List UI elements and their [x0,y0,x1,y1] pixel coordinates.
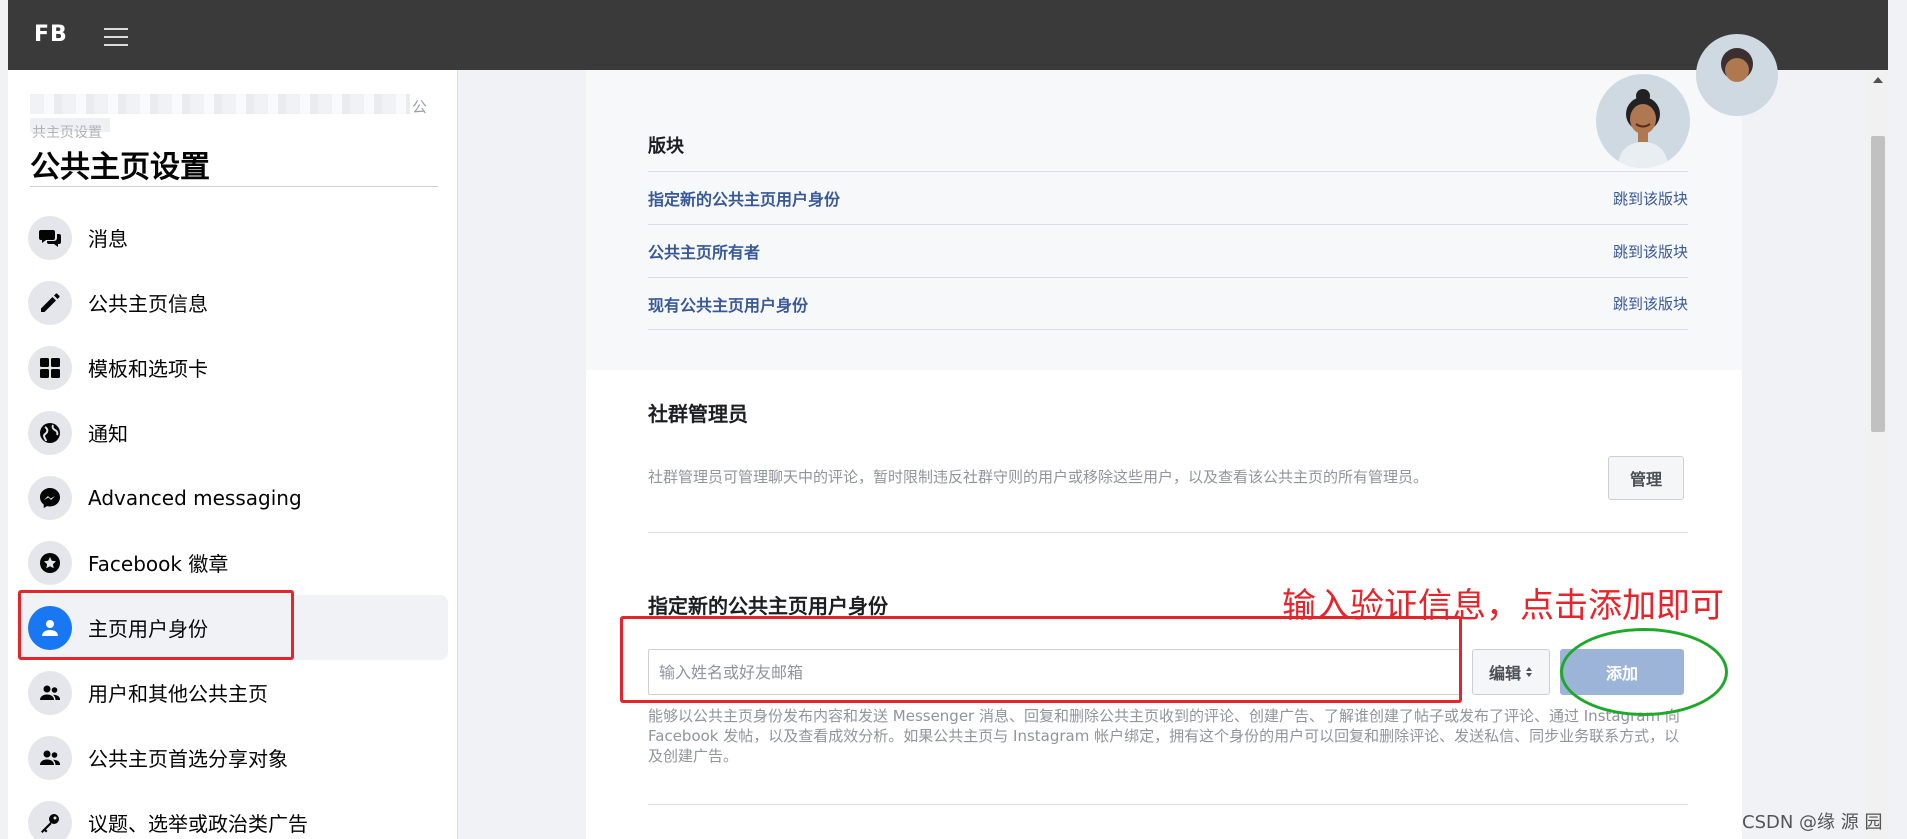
sidebar-item-templates[interactable]: 模板和选项卡 [8,335,458,400]
hamburger-menu-icon[interactable] [104,28,128,48]
sidebar: 公 共主页设置 公共主页设置 消息 公共主页信息 模板和选项卡 通知 Advan… [8,70,458,839]
moderator-title: 社群管理员 [648,402,748,426]
main-content: 版块 指定新的公共主页用户身份 跳到该版块 公共主页所有者 跳到该版块 现有公共… [586,34,1778,839]
list-item: 公共主页所有者 跳到该版块 [648,224,1688,277]
sidebar-item-label: 用户和其他公共主页 [88,682,268,706]
sections-panel: 版块 指定新的公共主页用户身份 跳到该版块 公共主页所有者 跳到该版块 现有公共… [586,34,1778,370]
sidebar-item-label: 模板和选项卡 [88,357,208,381]
sidebar-item-facebook-badge[interactable]: Facebook 徽章 [8,530,458,595]
scroll-up-arrow-icon[interactable] [1868,72,1888,88]
breadcrumb-sub[interactable]: 共主页设置 [32,122,102,142]
globe-icon [28,410,72,455]
sidebar-item-notifications[interactable]: 通知 [8,400,458,465]
edit-label: 编辑 [1488,664,1521,683]
people-icon [28,735,72,780]
block-link-owner[interactable]: 公共主页所有者 [648,239,760,263]
jump-link[interactable]: 跳到该版块 [1613,293,1688,314]
jump-link[interactable]: 跳到该版块 [1613,188,1688,209]
sidebar-item-label: Facebook 徽章 [88,552,229,576]
list-item: 指定新的公共主页用户身份 跳到该版块 [648,171,1688,224]
jump-link[interactable]: 跳到该版块 [1613,241,1688,262]
annotation-green-ellipse [1560,628,1728,716]
star-badge-icon [28,540,72,585]
avatar [1596,74,1690,168]
breadcrumb-tail[interactable]: 公 [412,96,427,117]
logo[interactable]: FB [34,22,68,47]
sidebar-item-label: 消息 [88,227,128,251]
manage-button[interactable]: 管理 [1608,456,1684,500]
annotation-note: 输入验证信息，点击添加即可 [1282,586,1724,626]
blurred-breadcrumb [30,94,410,114]
people-icon [28,670,72,715]
sidebar-item-messages[interactable]: 消息 [8,205,458,270]
blocks-title: 版块 [648,136,684,157]
annotation-red-box-input [620,616,1462,703]
top-bar: FB [8,0,1888,70]
messenger-icon [28,475,72,520]
sort-arrows-icon [1526,667,1532,677]
annotation-red-box-nav [18,590,294,660]
sidebar-item-preferred-audience[interactable]: 公共主页首选分享对象 [8,725,458,790]
key-icon [28,800,72,839]
grid-icon [28,345,72,390]
block-link-assign[interactable]: 指定新的公共主页用户身份 [648,186,840,210]
sidebar-item-label: 通知 [88,422,128,446]
avatar [1696,34,1778,116]
sidebar-item-label: 公共主页首选分享对象 [88,747,288,771]
divider [648,804,1688,805]
blocks-list: 指定新的公共主页用户身份 跳到该版块 公共主页所有者 跳到该版块 现有公共主页用… [648,171,1688,330]
scroll-thumb[interactable] [1871,136,1885,432]
sidebar-item-political-ads[interactable]: 议题、选举或政治类广告 [8,790,458,839]
watermark: CSDN @缘 源 园 [1742,812,1883,833]
scrollbar[interactable] [1868,70,1888,839]
sidebar-title: 公共主页设置 [30,150,210,185]
divider [648,532,1688,533]
sidebar-item-label: 公共主页信息 [88,292,208,316]
moderator-description: 社群管理员可管理聊天中的评论，暂时限制违反社群守则的用户或移除这些用户，以及查看… [648,468,1429,486]
pencil-icon [28,280,72,325]
sidebar-nav: 消息 公共主页信息 模板和选项卡 通知 Advanced messaging F… [8,205,458,839]
sidebar-item-people-and-pages[interactable]: 用户和其他公共主页 [8,660,458,725]
sidebar-divider [30,186,438,187]
list-item: 现有公共主页用户身份 跳到该版块 [648,277,1688,330]
sidebar-item-label: 议题、选举或政治类广告 [88,812,308,836]
sidebar-item-page-info[interactable]: 公共主页信息 [8,270,458,335]
chat-bubbles-icon [28,215,72,260]
sidebar-item-advanced-messaging[interactable]: Advanced messaging [8,465,458,530]
assign-role-title: 指定新的公共主页用户身份 [648,594,888,618]
sidebar-item-label: Advanced messaging [88,485,302,510]
assign-role-description: 能够以公共主页身份发布内容和发送 Messenger 消息、回复和删除公共主页收… [648,707,1680,765]
edit-role-dropdown[interactable]: 编辑 [1472,649,1550,695]
block-link-existing-roles[interactable]: 现有公共主页用户身份 [648,292,808,316]
